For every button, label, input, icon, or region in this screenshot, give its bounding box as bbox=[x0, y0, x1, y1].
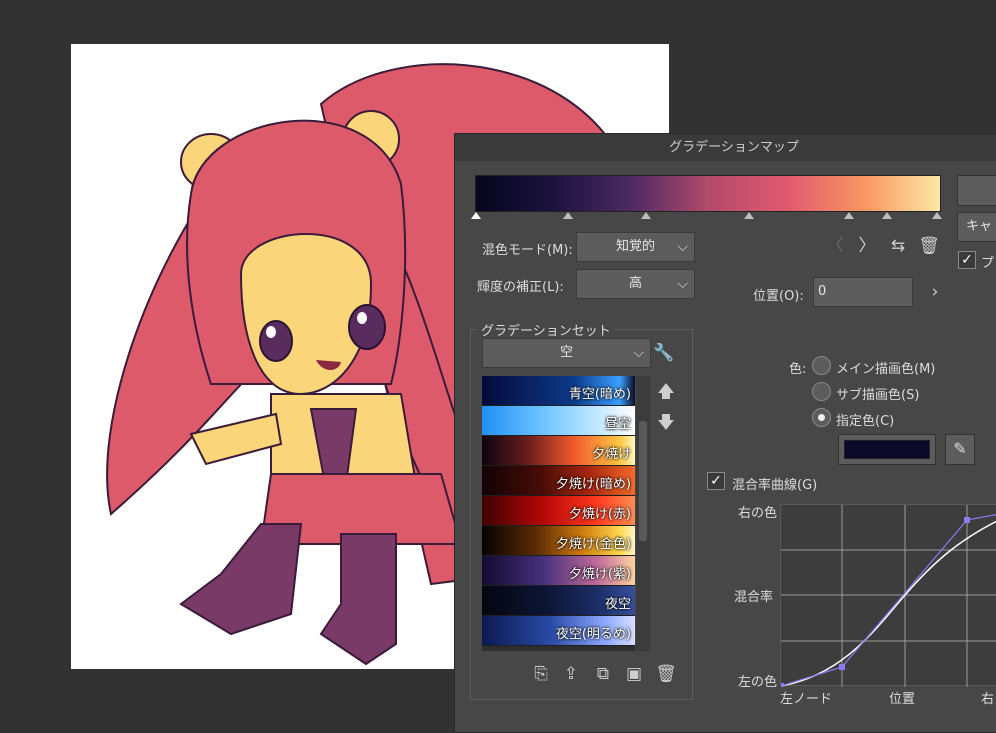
gradient-node[interactable] bbox=[844, 212, 854, 219]
main-color-label: メイン描画色(M) bbox=[836, 362, 936, 377]
arrow-down-icon[interactable]: 🡇 bbox=[655, 413, 677, 433]
list-item[interactable]: 昼空 bbox=[482, 406, 635, 436]
list-item[interactable]: 夕焼け bbox=[482, 436, 635, 466]
export-preset-icon[interactable]: ⇪ bbox=[560, 664, 582, 684]
preset-label: 夕焼け bbox=[591, 447, 631, 462]
list-item[interactable]: 夕焼け(金色) bbox=[482, 526, 635, 556]
list-item[interactable]: 青空(暗め) bbox=[482, 376, 635, 406]
curve-y-top-label: 右の色 bbox=[738, 506, 778, 521]
sub-color-radio[interactable] bbox=[812, 382, 831, 401]
gradient-node[interactable] bbox=[932, 212, 942, 219]
specified-color-label: 指定色(C) bbox=[836, 414, 895, 429]
preset-list-scrollbar[interactable] bbox=[636, 376, 650, 651]
reverse-gradient-icon[interactable]: ⇆ bbox=[887, 236, 909, 256]
preset-label: 夜空 bbox=[604, 597, 631, 612]
gradient-set-value: 空 bbox=[559, 345, 573, 360]
chevron-down-icon: ⌵ bbox=[633, 345, 644, 361]
blend-mode-select[interactable]: 知覚的 ⌵ bbox=[576, 232, 695, 262]
curve-x-left-label: 左ノード bbox=[780, 692, 833, 707]
gradient-node[interactable] bbox=[641, 212, 651, 219]
color-label: 色: bbox=[789, 362, 807, 377]
list-item[interactable]: 夜空(明るめ) bbox=[482, 616, 635, 646]
gradient-map-dialog: グラデーションマップ キャ ✓ プレ 混色モード(M): 知覚的 ⌵ 輝度の補正… bbox=[454, 133, 996, 733]
blend-curve-graph[interactable] bbox=[778, 504, 996, 689]
ok-button[interactable] bbox=[957, 175, 996, 206]
sub-color-label: サブ描画色(S) bbox=[836, 388, 920, 403]
blend-mode-value: 知覚的 bbox=[615, 239, 655, 254]
curve-control-point[interactable] bbox=[778, 683, 784, 689]
chevron-down-icon: ⌵ bbox=[677, 276, 688, 292]
preset-label: 夕焼け(紫) bbox=[568, 567, 631, 582]
gradient-node[interactable] bbox=[744, 212, 754, 219]
curve-x-right-label: 右ノ bbox=[981, 692, 996, 707]
chevron-right-icon[interactable]: › bbox=[925, 282, 945, 302]
color-swatch bbox=[844, 440, 930, 459]
blend-mode-label: 混色モード(M): bbox=[482, 243, 573, 258]
preset-label: 夕焼け(金色) bbox=[555, 537, 631, 552]
luminance-label: 輝度の補正(L): bbox=[477, 280, 564, 295]
delete-node-icon[interactable]: 🗑 bbox=[918, 236, 940, 256]
duplicate-preset-icon[interactable]: ⧉ bbox=[592, 664, 614, 684]
list-item[interactable]: 夜空 bbox=[482, 586, 635, 616]
preview-checkbox[interactable]: ✓ bbox=[958, 251, 976, 269]
list-item[interactable]: 夕焼け(紫) bbox=[482, 556, 635, 586]
preview-label: プレ bbox=[981, 256, 996, 271]
curve-grid bbox=[778, 505, 996, 689]
chevron-down-icon: ⌵ bbox=[677, 239, 688, 255]
prev-node-icon[interactable]: 〈 bbox=[825, 236, 845, 256]
list-item[interactable]: 夕焼け(暗め) bbox=[482, 466, 635, 496]
list-item[interactable]: 夕焼け(赤) bbox=[482, 496, 635, 526]
preset-label: 夜空(明るめ) bbox=[555, 627, 631, 642]
gradient-set-select[interactable]: 空 ⌵ bbox=[482, 338, 651, 368]
specified-color-radio[interactable] bbox=[812, 408, 831, 427]
luminance-select[interactable]: 高 ⌵ bbox=[576, 269, 695, 299]
curve-x-mid-label: 位置 bbox=[889, 692, 916, 707]
eyedropper-icon[interactable]: ✎ bbox=[945, 434, 975, 465]
gradient-set-legend: グラデーションセット bbox=[481, 324, 611, 339]
main-color-radio[interactable] bbox=[812, 356, 831, 375]
dialog-title[interactable]: グラデーションマップ bbox=[455, 134, 996, 161]
preset-label: 夕焼け(赤) bbox=[568, 507, 631, 522]
curve-checkbox-label: 混合率曲線(G) bbox=[732, 478, 818, 493]
gradient-node[interactable] bbox=[471, 212, 481, 219]
control-polyline bbox=[780, 514, 996, 687]
curve-control-point[interactable] bbox=[839, 664, 845, 670]
cancel-button[interactable]: キャ bbox=[957, 212, 996, 242]
arrow-up-icon[interactable]: 🡅 bbox=[655, 382, 677, 402]
gradient-node[interactable] bbox=[882, 212, 892, 219]
delete-preset-icon[interactable]: 🗑 bbox=[655, 664, 677, 684]
position-label: 位置(O): bbox=[753, 289, 804, 304]
luminance-value: 高 bbox=[628, 276, 642, 291]
wrench-icon[interactable]: 🔧 bbox=[653, 343, 675, 363]
add-preset-icon[interactable]: ▣ bbox=[623, 664, 645, 684]
curve-checkbox[interactable]: ✓ bbox=[707, 472, 725, 490]
preset-label: 昼空 bbox=[604, 417, 631, 432]
curve-control-point[interactable] bbox=[964, 517, 970, 523]
gradient-preset-list[interactable]: 青空(暗め) 昼空夕焼け夕焼け(暗め) 夕焼け(赤) 夕焼け(金色) 夕焼け(紫) 夜空夜… bbox=[482, 376, 635, 651]
next-node-icon[interactable]: 〉 bbox=[857, 236, 877, 256]
preset-label: 夕焼け(暗め) bbox=[555, 477, 631, 492]
curve-line bbox=[780, 520, 996, 687]
position-input[interactable]: 0 bbox=[813, 277, 913, 307]
preset-label: 青空(暗め) bbox=[568, 387, 631, 402]
import-preset-icon[interactable]: ⎘ bbox=[530, 664, 552, 684]
color-swatch-button[interactable] bbox=[838, 434, 936, 465]
curve-y-mid-label: 混合率 bbox=[734, 590, 774, 605]
curve-y-bottom-label: 左の色 bbox=[738, 675, 778, 690]
gradient-node[interactable] bbox=[563, 212, 573, 219]
gradient-bar[interactable] bbox=[475, 175, 941, 212]
scrollbar-thumb[interactable] bbox=[639, 421, 647, 541]
